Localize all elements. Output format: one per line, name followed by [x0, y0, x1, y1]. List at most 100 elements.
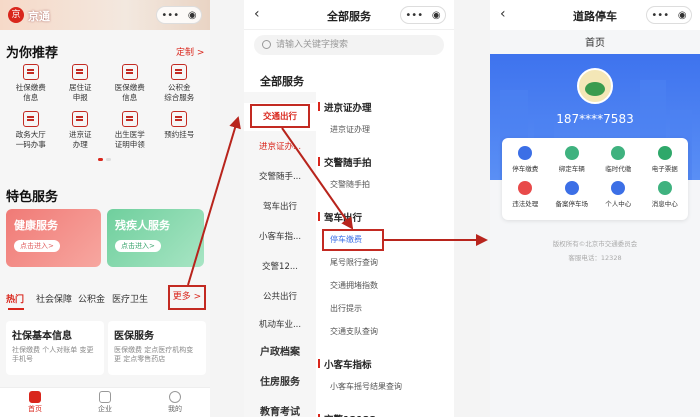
info-card-title: 医保服务	[114, 331, 154, 342]
sidebar-item[interactable]: 住房服务	[244, 373, 316, 388]
feature-title: 特色服务	[6, 190, 59, 205]
doc-icon	[72, 111, 89, 127]
service-item[interactable]: 临时代缴	[595, 146, 642, 173]
service-link[interactable]: 小客车摇号结果查询	[330, 381, 402, 392]
customize-link[interactable]: 定制 >	[176, 45, 204, 58]
service-label: 临时代缴	[605, 165, 632, 173]
home-header: 京 京通 ••• ◉	[0, 0, 210, 30]
service-item[interactable]: 消息中心	[642, 181, 689, 208]
tab-housing-fund[interactable]: 公积金	[78, 292, 105, 305]
recommend-item[interactable]: 预约挂号	[155, 111, 205, 150]
recommend-item[interactable]: 政务大厅 一码办事	[6, 111, 56, 150]
service-label: 个人中心	[605, 200, 632, 208]
recommend-item[interactable]: 居住证 申报	[56, 64, 106, 103]
page-indicator	[98, 158, 112, 161]
service-item[interactable]: 备案停车场	[549, 181, 596, 208]
sidebar-item[interactable]: 机动车业...	[244, 318, 316, 330]
sidebar-item[interactable]: 驾车出行	[244, 200, 316, 212]
house-icon	[171, 64, 188, 80]
more-icon[interactable]: •••	[405, 10, 423, 21]
disabled-service-card[interactable]: 残疾人服务 点击进入>	[107, 209, 204, 267]
home-icon	[29, 391, 41, 403]
more-button[interactable]: 更多 >	[168, 285, 206, 310]
mini-program-capsule[interactable]: ••• ◉	[400, 6, 446, 24]
app-name: 京通	[28, 10, 50, 23]
tab-medical[interactable]: 医疗卫生	[112, 292, 148, 305]
medical-insurance-card[interactable]: 医保服务 医保缴费 定点医疗机构变更 定点零售药店	[108, 321, 206, 375]
active-tab-underline	[8, 308, 24, 310]
nav-mine[interactable]: 我的	[168, 388, 182, 417]
all-services-screen: ‹ 全部服务 ••• ◉ 请输入关键字搜索 全部服务 交通出行 进京证办... 交警随…	[244, 0, 454, 417]
search-placeholder: 请输入关键字搜索	[276, 40, 349, 50]
user-phone: 187****7583	[556, 112, 634, 126]
service-link[interactable]: 交警随手拍	[330, 179, 370, 190]
home-label: 首页	[585, 38, 605, 49]
service-item[interactable]: 停车缴费	[502, 146, 549, 173]
recommend-label: 预约挂号	[164, 130, 195, 139]
search-input[interactable]: 请输入关键字搜索	[254, 35, 444, 55]
user-icon	[169, 391, 181, 403]
card-title: 健康服务	[14, 219, 58, 232]
service-icon	[611, 181, 626, 195]
service-item[interactable]: 违法处理	[502, 181, 549, 208]
service-group-heading: 交警12123	[317, 412, 376, 417]
sidebar-item[interactable]: 教育考试	[244, 403, 316, 417]
service-link[interactable]: 出行提示	[330, 303, 362, 314]
recommend-label: 公积金 综合服务	[164, 83, 195, 102]
jingtong-logo: 京	[8, 7, 24, 23]
more-icon[interactable]: •••	[161, 10, 179, 21]
more-icon[interactable]: •••	[651, 10, 669, 21]
nav-bar: ‹ 全部服务 ••• ◉	[244, 0, 454, 30]
service-icon	[564, 181, 579, 195]
hotline-text: 客服电话：12328	[568, 254, 622, 262]
recommend-label: 政务大厅 一码办事	[15, 130, 46, 149]
sidebar-item[interactable]: 户政档案	[244, 343, 316, 358]
info-card-sub: 医保缴费 定点医疗机构变更 定点零售药店	[114, 346, 194, 363]
nav-home[interactable]: 首页	[28, 388, 42, 417]
recommend-title: 为你推荐	[6, 46, 59, 61]
health-service-card[interactable]: 健康服务 点击进入>	[6, 209, 101, 267]
service-item[interactable]: 电子票据	[642, 146, 689, 173]
parking-pay-highlight-box	[322, 229, 384, 251]
traffic-highlight-box	[250, 104, 310, 128]
enter-button[interactable]: 点击进入>	[115, 240, 161, 252]
service-icon	[518, 181, 533, 195]
service-item[interactable]: 个人中心	[595, 181, 642, 208]
service-icon	[657, 181, 672, 195]
recommend-label: 社保缴费 信息	[15, 83, 46, 102]
nav-enterprise[interactable]: 企业	[98, 388, 112, 417]
jingtong-home-screen: 京 京通 ••• ◉ 为你推荐 定制 > 社保缴费 信息 居住证 申报 医保缴费 信息…	[0, 0, 210, 417]
recommend-item[interactable]: 进京证 办理	[56, 111, 106, 150]
card-title: 残疾人服务	[115, 219, 170, 232]
recommend-label: 进京证 办理	[69, 130, 92, 149]
service-group-heading: 小客车指标	[318, 357, 372, 371]
service-icon	[657, 146, 672, 160]
service-label: 停车缴费	[512, 165, 539, 173]
info-card-title: 社保基本信息	[12, 331, 72, 342]
service-link[interactable]: 进京证办理	[330, 124, 370, 135]
service-link[interactable]: 交通拥堵指数	[330, 280, 378, 291]
mini-program-capsule[interactable]: ••• ◉	[646, 6, 692, 24]
recommend-item[interactable]: 社保缴费 信息	[6, 64, 56, 103]
recommend-item[interactable]: 出生医学 证明申领	[105, 111, 155, 150]
recommend-label: 出生医学 证明申领	[114, 130, 145, 149]
close-circle-icon[interactable]: ◉	[188, 10, 197, 21]
service-link[interactable]: 交通支队查询	[330, 326, 378, 337]
recommend-item[interactable]: 公积金 综合服务	[155, 64, 205, 103]
enter-button[interactable]: 点击进入>	[14, 240, 60, 252]
tab-social-security[interactable]: 社会保障	[36, 292, 72, 305]
close-circle-icon[interactable]: ◉	[432, 10, 441, 21]
social-security-card[interactable]: 社保基本信息 社保缴费 个人对账单 变更手机号	[6, 321, 104, 375]
sidebar-item[interactable]: 小客车指...	[244, 230, 316, 242]
police-mascot-avatar	[577, 68, 613, 104]
tab-hot[interactable]: 热门	[6, 292, 24, 305]
close-circle-icon[interactable]: ◉	[678, 10, 687, 21]
sidebar-item[interactable]: 交警随手...	[244, 170, 316, 182]
sidebar-item[interactable]: 交警12...	[244, 260, 316, 272]
mini-program-capsule[interactable]: ••• ◉	[156, 6, 202, 24]
service-link[interactable]: 尾号限行查询	[330, 257, 378, 268]
sidebar-item[interactable]: 公共出行	[244, 290, 316, 302]
service-item[interactable]: 绑定车辆	[549, 146, 596, 173]
sidebar-item[interactable]: 进京证办...	[244, 140, 316, 152]
recommend-item[interactable]: 医保缴费 信息	[105, 64, 155, 103]
